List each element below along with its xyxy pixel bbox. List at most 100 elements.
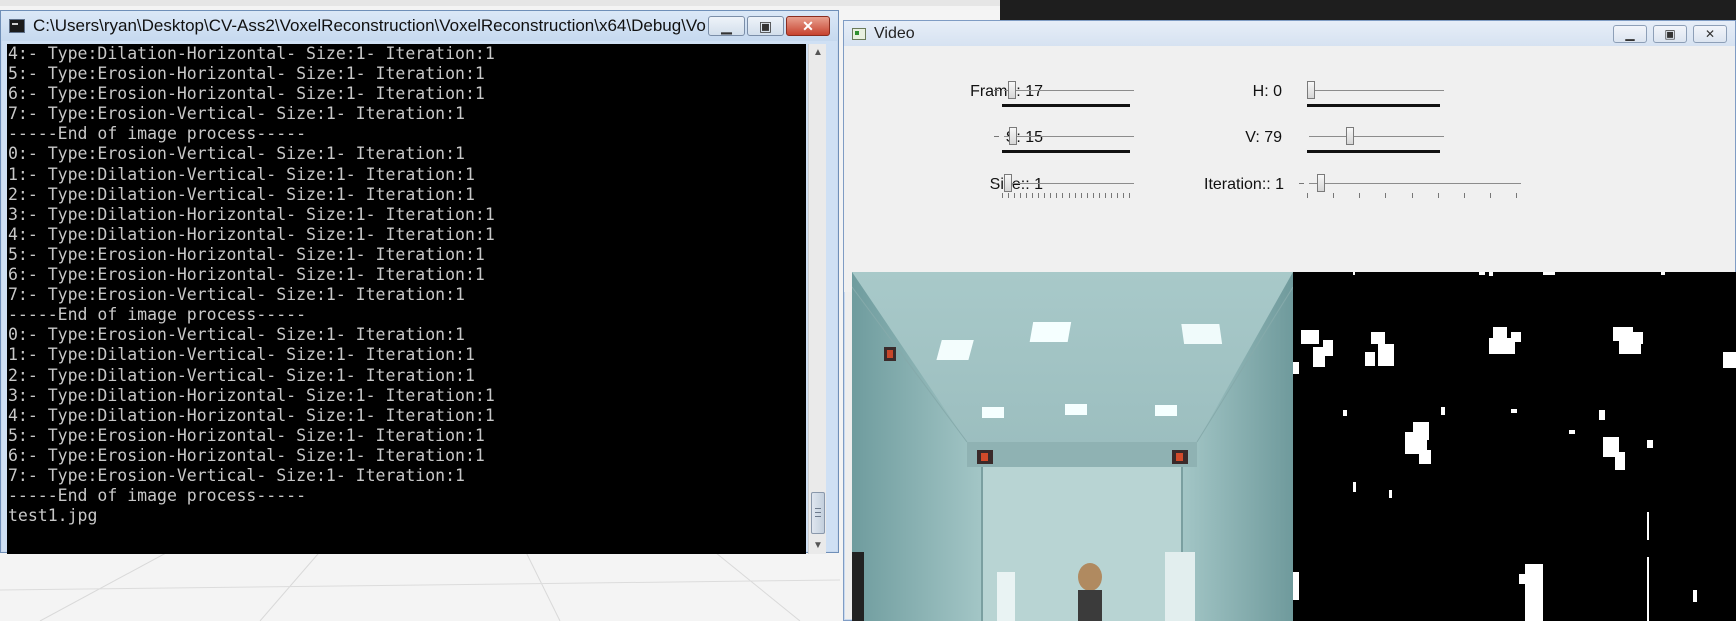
trackbar-tick (1385, 193, 1387, 198)
trackbar-thumb[interactable] (1317, 174, 1326, 192)
console-line: -----End of image process----- (8, 305, 307, 325)
console-app-icon (9, 19, 25, 33)
trackbar-track (1004, 183, 1134, 184)
console-line: test1.jpg (8, 506, 98, 526)
video-window: Video ▁ ▣ ✕ Frame: 17 H: 0 S: 15 V: 79 S… (843, 20, 1736, 621)
console-titlebar[interactable]: C:\Users\ryan\Desktop\CV-Ass2\VoxelRecon… (1, 11, 838, 41)
console-line: 4:- Type:Dilation-Horizontal- Size:1- It… (8, 405, 495, 425)
frame-trackbar[interactable] (994, 76, 1134, 116)
trackbar-tick (1086, 193, 1088, 198)
iteration-trackbar-label: Iteration:: 1 (1204, 176, 1285, 193)
console-maximize-button[interactable]: ▣ (747, 16, 784, 36)
trackbar-tick (1068, 193, 1070, 198)
trackbar-tick (1122, 193, 1124, 198)
console-line: 0:- Type:Erosion-Vertical- Size:1- Itera… (8, 325, 465, 345)
trackbar-track (1309, 183, 1521, 184)
video-maximize-button[interactable]: ▣ (1653, 24, 1687, 43)
camera-frame-image (852, 272, 1293, 621)
foreground-mask-image (1293, 272, 1736, 621)
trackbar-left-mark (994, 90, 999, 91)
scrollbar-thumb[interactable] (811, 492, 825, 534)
console-line: 6:- Type:Erosion-Horizontal- Size:1- Ite… (8, 265, 485, 285)
trackbar-ticks (1002, 193, 1130, 199)
console-line: 0:- Type:Erosion-Vertical- Size:1- Itera… (8, 144, 465, 164)
console-line: 4:- Type:Dilation-Horizontal- Size:1- It… (8, 224, 495, 244)
s-trackbar[interactable] (994, 122, 1134, 162)
trackbar-track (1309, 90, 1444, 91)
trackbar-base (1002, 104, 1130, 107)
trackbar-tick (1463, 193, 1465, 198)
trackbar-tick (1516, 193, 1517, 198)
trackbar-tick (1044, 193, 1046, 198)
trackbar-thumb[interactable] (1008, 81, 1016, 99)
grip-line (815, 516, 821, 517)
console-minimize-button[interactable]: ▁ (708, 16, 745, 36)
size-trackbar[interactable] (994, 169, 1134, 209)
trackbar-tick (1110, 193, 1112, 198)
trackbar-tick (1080, 193, 1082, 198)
console-line: 7:- Type:Erosion-Vertical- Size:1- Itera… (8, 285, 465, 305)
scroll-down-arrow-icon[interactable]: ▼ (809, 537, 827, 554)
trackbar-tick (1411, 193, 1413, 198)
console-line: 7:- Type:Erosion-Vertical- Size:1- Itera… (8, 104, 465, 124)
video-title: Video (874, 24, 915, 42)
trackbar-left-mark (994, 183, 999, 184)
console-line: 2:- Type:Dilation-Vertical- Size:1- Iter… (8, 365, 475, 385)
console-line: -----End of image process----- (8, 124, 307, 144)
trackbar-tick (1014, 193, 1016, 198)
console-line: 3:- Type:Dilation-Horizontal- Size:1- It… (8, 204, 495, 224)
trackbar-tick (1307, 193, 1308, 198)
trackbar-tick (1002, 193, 1003, 198)
console-output[interactable]: 4:- Type:Dilation-Horizontal- Size:1- It… (7, 44, 806, 554)
trackbar-base (1002, 150, 1130, 153)
trackbar-tick (1020, 193, 1022, 198)
trackbar-thumb[interactable] (1009, 127, 1018, 145)
trackbar-thumb[interactable] (1345, 127, 1354, 145)
console-window: C:\Users\ryan\Desktop\CV-Ass2\VoxelRecon… (0, 10, 839, 554)
console-close-button[interactable]: ✕ (786, 16, 830, 36)
v-trackbar-label: V: 79 (1245, 129, 1282, 146)
video-close-button[interactable]: ✕ (1693, 24, 1727, 43)
console-line: 5:- Type:Erosion-Horizontal- Size:1- Ite… (8, 244, 485, 264)
grip-line (815, 508, 821, 509)
iteration-trackbar[interactable] (1299, 169, 1521, 209)
trackbar-tick (1062, 193, 1064, 198)
v-trackbar[interactable] (1299, 122, 1444, 162)
trackbar-tick (1056, 193, 1058, 198)
scroll-up-arrow-icon[interactable]: ▲ (809, 44, 827, 61)
trackbar-thumb[interactable] (1004, 174, 1013, 192)
grip-line (815, 512, 821, 513)
trackbar-tick (1092, 193, 1094, 198)
trackbar-track (1004, 136, 1134, 137)
video-frames (852, 272, 1736, 621)
console-title: C:\Users\ryan\Desktop\CV-Ass2\VoxelRecon… (33, 16, 706, 35)
trackbar-left-mark (994, 136, 999, 137)
desktop: C:\Users\ryan\Desktop\CV-Ass2\VoxelRecon… (0, 0, 1736, 621)
console-line: 3:- Type:Dilation-Horizontal- Size:1- It… (8, 385, 495, 405)
background-app-topbar (0, 0, 1000, 6)
trackbar-tick (1116, 193, 1118, 198)
video-titlebar[interactable]: Video ▁ ▣ ✕ (844, 21, 1735, 46)
console-line: 5:- Type:Erosion-Horizontal- Size:1- Ite… (8, 64, 485, 84)
trackbar-base (1307, 150, 1440, 153)
video-minimize-button[interactable]: ▁ (1613, 24, 1647, 43)
trackbar-tick (1032, 193, 1034, 198)
h-trackbar[interactable] (1299, 76, 1444, 116)
console-line: 1:- Type:Dilation-Vertical- Size:1- Iter… (8, 345, 475, 365)
console-scrollbar[interactable]: ▲ ▼ (808, 44, 826, 554)
trackbar-panel: Frame: 17 H: 0 S: 15 V: 79 Size:: 1 Iter… (844, 46, 1735, 292)
trackbar-thumb[interactable] (1307, 81, 1315, 99)
console-line: 5:- Type:Erosion-Horizontal- Size:1- Ite… (8, 425, 485, 445)
console-line: 1:- Type:Dilation-Vertical- Size:1- Iter… (8, 164, 475, 184)
trackbar-tick (1333, 193, 1335, 198)
background-dark-bar (1000, 0, 1736, 20)
trackbar-tick (1074, 193, 1076, 198)
trackbar-left-mark (1299, 183, 1304, 184)
console-line: 6:- Type:Erosion-Horizontal- Size:1- Ite… (8, 445, 485, 465)
trackbar-tick (1038, 193, 1040, 198)
trackbar-track (1309, 136, 1444, 137)
trackbar-tick (1026, 193, 1028, 198)
trackbar-tick (1437, 193, 1439, 198)
h-trackbar-label: H: 0 (1252, 83, 1282, 100)
trackbar-ticks (1307, 193, 1517, 199)
